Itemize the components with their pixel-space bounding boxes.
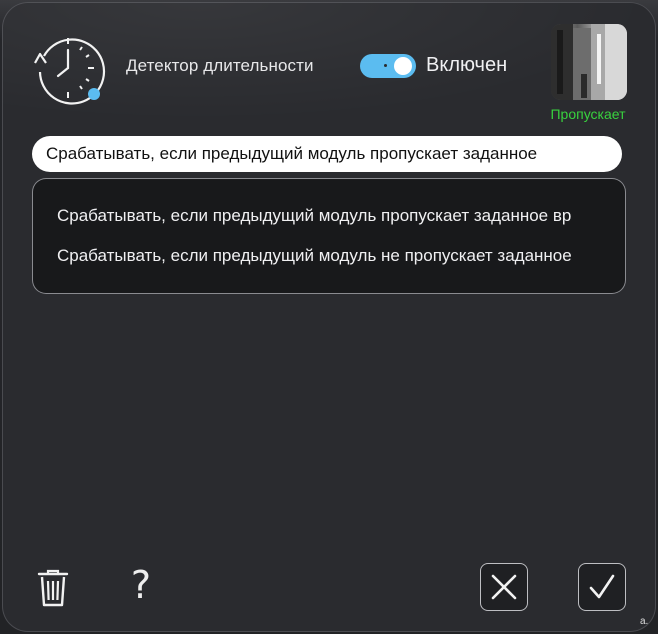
cancel-button[interactable] — [480, 563, 528, 611]
help-button[interactable]: ? — [126, 562, 156, 608]
close-icon — [491, 574, 517, 600]
preview-status: Пропускает — [550, 106, 626, 122]
dropdown-option[interactable]: Срабатывать, если предыдущий модуль проп… — [57, 206, 622, 226]
clock-icon — [34, 38, 106, 105]
corner-text: a. — [640, 616, 649, 627]
trigger-mode-select[interactable]: Срабатывать, если предыдущий модуль проп… — [32, 136, 622, 172]
check-icon — [589, 574, 615, 599]
toggle-knob — [394, 57, 412, 75]
toggle-dot — [384, 64, 387, 67]
preview-image — [551, 24, 627, 100]
camera-preview-thumbnail[interactable] — [551, 24, 627, 100]
dropdown-option[interactable]: Срабатывать, если предыдущий модуль не п… — [57, 246, 622, 266]
enabled-toggle[interactable] — [360, 54, 416, 78]
trigger-mode-dropdown: Срабатывать, если предыдущий модуль проп… — [32, 178, 626, 294]
trash-icon[interactable] — [36, 568, 70, 608]
confirm-button[interactable] — [578, 563, 626, 611]
toggle-label: Включен — [426, 54, 508, 76]
dialog-title: Детектор длительности — [126, 56, 314, 75]
settings-dialog: Детектор длительности Включен Пропускает… — [2, 2, 656, 632]
